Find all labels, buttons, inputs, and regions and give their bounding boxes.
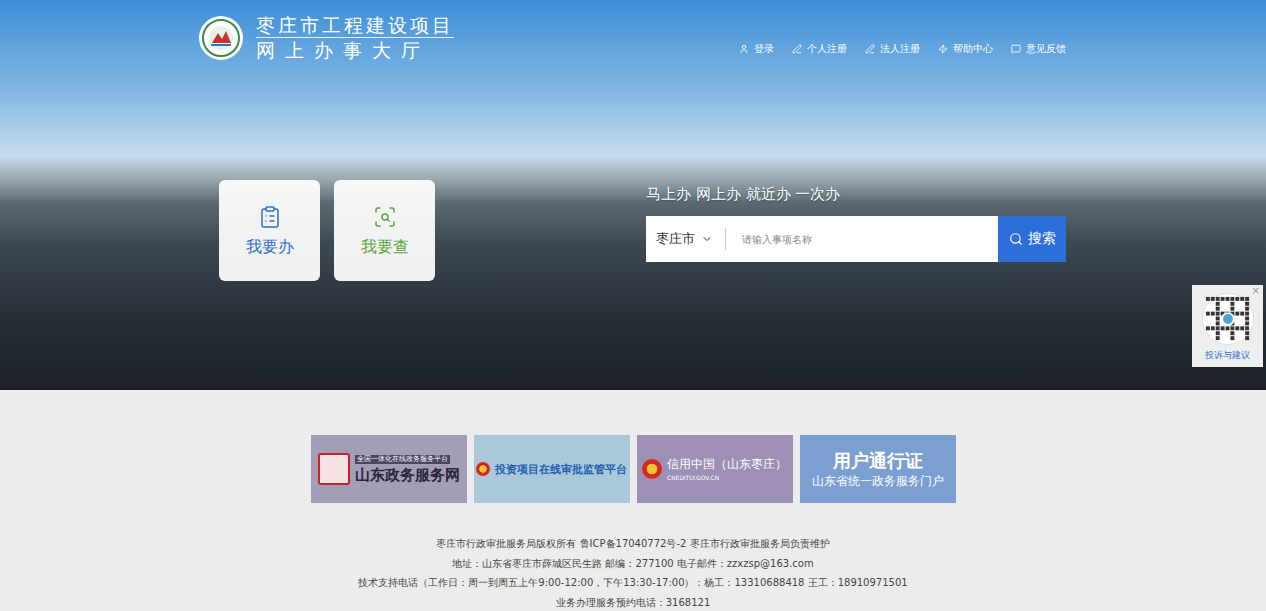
banner-tag: 全国一体化在线政务服务平台 (355, 455, 450, 464)
nav-item[interactable]: 登录 (739, 42, 774, 56)
entry-card-label: 我要办 (246, 237, 294, 257)
nav-item[interactable]: 法人注册 (865, 42, 920, 56)
banner-title: 信用中国（山东枣庄） (667, 457, 787, 471)
chevron-down-icon (701, 233, 713, 245)
region-select[interactable]: 枣庄市 (646, 216, 738, 262)
footer-line: 业务办理服务预约电话：3168121 (556, 593, 711, 611)
pen-icon (792, 44, 802, 54)
list-icon (258, 205, 282, 229)
entry-card-label: 我要查 (361, 237, 409, 257)
entry-card[interactable]: 我要查 (334, 180, 435, 281)
brand[interactable]: 枣庄市工程建设项目网 上 办 事 大 厅 (198, 13, 454, 62)
banner-title: 投资项目在线审批监管平台 (495, 463, 627, 476)
search-input[interactable] (738, 216, 998, 262)
message-icon (1011, 44, 1021, 54)
banner-text: 全国一体化在线政务服务平台山东政务服务网 (355, 455, 460, 484)
brand-text: 枣庄市工程建设项目网 上 办 事 大 厅 (256, 13, 454, 62)
qr-code-icon (1202, 293, 1254, 345)
bottom-area: 全国一体化在线政务服务平台山东政务服务网 投资项目在线审批监管平台 信用中国（山东枣… (0, 390, 1266, 611)
slogan: 马上办 网上办 就近办 一次办 (646, 184, 1066, 204)
page: 枣庄市工程建设项目网 上 办 事 大 厅登录个人注册法人注册帮助中心意见反馈我要… (0, 0, 1266, 611)
entry-card[interactable]: 我要办 (219, 180, 320, 281)
banner-title: 山东政务服务网 (355, 466, 460, 484)
emblem-icon (642, 459, 662, 479)
top-nav: 登录 个人注册 法人注册 帮助中心 意见反馈 (739, 20, 1066, 56)
banner-title: 用户通行证 (833, 450, 923, 472)
search-button[interactable]: 搜索 (998, 216, 1066, 262)
link-banners: 全国一体化在线政务服务平台山东政务服务网 投资项目在线审批监管平台 信用中国（山东枣… (311, 435, 956, 503)
link-banner[interactable]: 投资项目在线审批监管平台 (474, 435, 630, 503)
link-banner[interactable]: 用户通行证山东省统一政务服务门户 (800, 435, 956, 503)
banner-text: 信用中国（山东枣庄） CREDITLY.GOV.CN (667, 457, 787, 481)
widget-close[interactable]: × (1252, 285, 1260, 296)
banner-subtitle: 山东省统一政务服务门户 (812, 474, 944, 488)
banner-text: 用户通行证山东省统一政务服务门户 (812, 450, 944, 488)
user-icon (739, 44, 749, 54)
hero-main: 我要办 我要查 马上办 网上办 就近办 一次办枣庄市 搜索 (0, 62, 1266, 281)
brand-title: 枣庄市工程建设项目 (256, 13, 454, 38)
link-banner[interactable]: 全国一体化在线政务服务平台山东政务服务网 (311, 435, 467, 503)
brand-subtitle: 网 上 办 事 大 厅 (256, 38, 454, 62)
widget-label: 投诉与建议 (1205, 349, 1250, 362)
bolt-icon (938, 44, 948, 54)
footer: 枣庄市行政审批服务局版权所有 鲁ICP备17040772号-2 枣庄市行政审批服… (358, 534, 907, 611)
footer-line: 枣庄市行政审批服务局版权所有 鲁ICP备17040772号-2 枣庄市行政审批服… (436, 534, 829, 554)
footer-line: 地址：山东省枣庄市薛城区民生路 邮编：277100 电子邮件：zzxzsp@16… (452, 554, 813, 574)
entry-cards: 我要办 我要查 (219, 180, 435, 281)
city-logo-icon (198, 15, 244, 61)
banner-subtitle: CREDITLY.GOV.CN (667, 474, 719, 481)
header: 枣庄市工程建设项目网 上 办 事 大 厅登录个人注册法人注册帮助中心意见反馈 (0, 0, 1266, 62)
nav-item[interactable]: 帮助中心 (938, 42, 993, 56)
nav-item[interactable]: 意见反馈 (1011, 42, 1066, 56)
pen-icon (865, 44, 875, 54)
emblem-icon (476, 462, 490, 476)
seal-icon (318, 453, 350, 485)
search-icon (1009, 232, 1023, 246)
footer-line: 技术支持电话（工作日：周一到周五上午9:00-12:00，下午13:30-17:… (358, 573, 907, 593)
feedback-widget[interactable]: × 投诉与建议 (1192, 285, 1263, 367)
search-bar: 枣庄市 搜索 (646, 216, 1066, 262)
search-area: 马上办 网上办 就近办 一次办枣庄市 搜索 (646, 180, 1066, 262)
link-banner[interactable]: 信用中国（山东枣庄） CREDITLY.GOV.CN (637, 435, 793, 503)
search-list-icon (373, 205, 397, 229)
hero: 枣庄市工程建设项目网 上 办 事 大 厅登录个人注册法人注册帮助中心意见反馈我要… (0, 0, 1266, 390)
nav-item[interactable]: 个人注册 (792, 42, 847, 56)
